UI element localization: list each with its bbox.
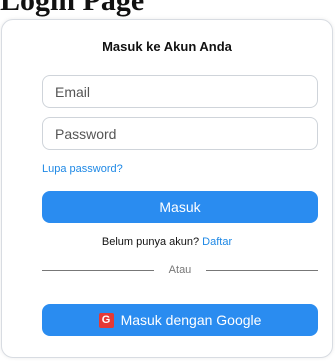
register-link[interactable]: Daftar <box>202 236 232 248</box>
register-prompt: Belum punya akun? <box>101 236 200 248</box>
page: Login Page Masuk ke Akun Anda Lupa passw… <box>0 0 335 361</box>
google-login-button[interactable]: G Masuk dengan Google <box>42 304 318 336</box>
email-field[interactable] <box>42 75 318 108</box>
login-button[interactable]: Masuk <box>42 191 318 223</box>
or-divider: Atau <box>42 263 318 277</box>
card-title: Masuk ke Akun Anda <box>102 39 232 54</box>
divider-line-right <box>206 270 318 271</box>
forgot-password-link[interactable]: Lupa password? <box>42 163 123 175</box>
login-card: Masuk ke Akun Anda Lupa password? Masuk … <box>1 19 333 358</box>
google-login-label: Masuk dengan Google <box>120 312 262 328</box>
register-row: Belum punya akun? Daftar <box>2 236 332 248</box>
page-heading-fragment: Login Page <box>0 0 145 17</box>
password-field[interactable] <box>42 117 318 150</box>
google-icon: G <box>98 312 114 328</box>
